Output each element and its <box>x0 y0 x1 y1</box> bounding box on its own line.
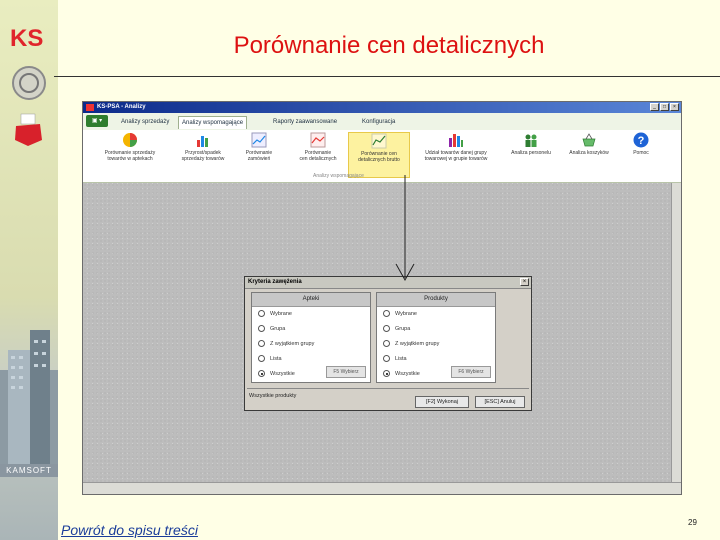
page-number: 29 <box>688 518 697 527</box>
back-to-contents-link[interactable]: Powrót do spisu treści <box>61 522 198 538</box>
annotation-arrow <box>395 175 415 282</box>
